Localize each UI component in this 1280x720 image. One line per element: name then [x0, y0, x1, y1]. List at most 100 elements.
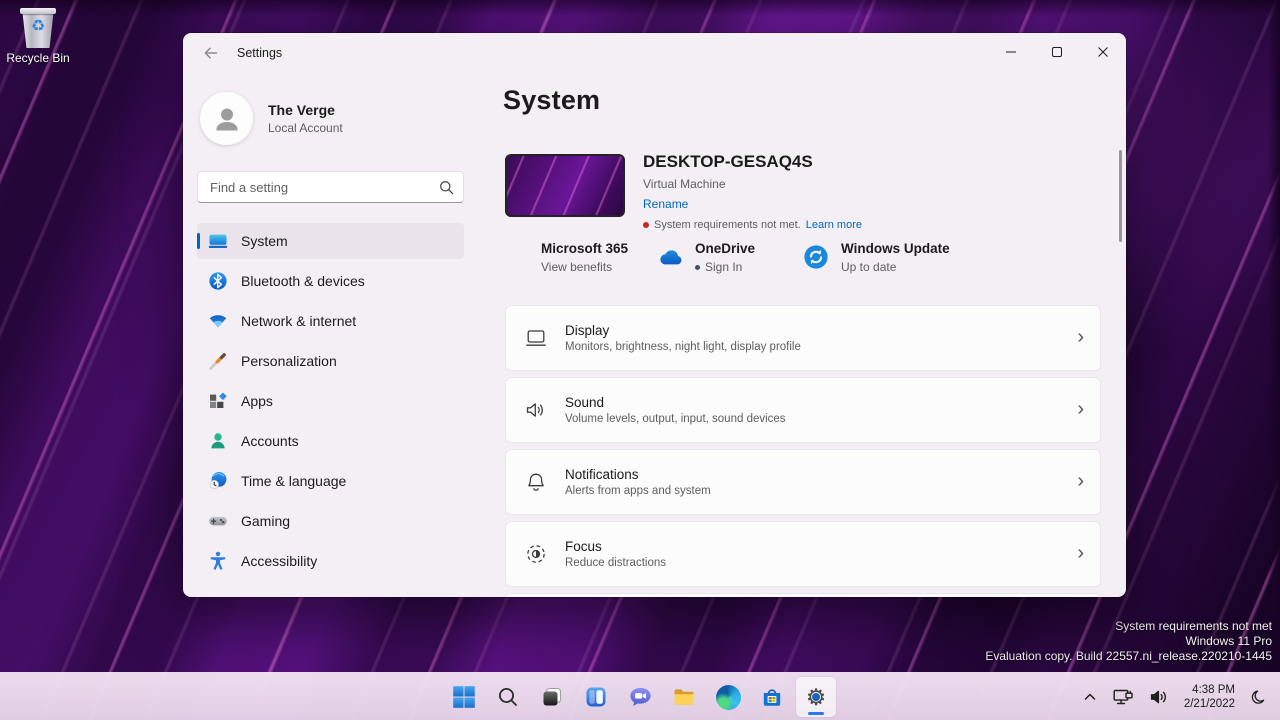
search-icon [497, 686, 519, 708]
close-icon [1097, 46, 1109, 58]
card-focus[interactable]: Focus Reduce distractions › [505, 521, 1101, 587]
card-notifications[interactable]: Notifications Alerts from apps and syste… [505, 449, 1101, 515]
time-language-icon [208, 471, 228, 491]
gamepad-icon [208, 511, 228, 531]
windows-update-icon [803, 244, 829, 270]
chat-icon [628, 685, 653, 709]
task-view-icon [540, 685, 564, 709]
do-not-disturb-button[interactable] [1247, 686, 1270, 709]
account-card[interactable]: The Verge Local Account [200, 92, 343, 145]
recycle-bin-label: Recycle Bin [5, 51, 71, 65]
person-icon [211, 103, 243, 135]
volume-tray-button[interactable] [1146, 684, 1172, 710]
ethernet-icon [1112, 687, 1134, 707]
moon-icon [1250, 689, 1267, 706]
settings-nav: System Bluetooth & devices Network & int… [197, 223, 464, 583]
device-name: DESKTOP-GESAQ4S [643, 152, 862, 172]
tray-date: 2/21/2022 [1184, 697, 1235, 711]
brush-icon [208, 351, 228, 371]
recycle-bin-icon: ♻ [22, 8, 54, 48]
onedrive-link[interactable]: OneDrive Sign In [657, 241, 803, 274]
recycle-symbol-icon: ♻ [22, 19, 54, 35]
device-thumbnail [505, 154, 625, 217]
device-header: DESKTOP-GESAQ4S Virtual Machine Rename S… [505, 154, 862, 231]
wifi-icon [208, 311, 228, 331]
rename-link[interactable]: Rename [643, 197, 688, 211]
settings-button[interactable]: ⚙ [796, 677, 836, 717]
back-button[interactable] [193, 37, 229, 69]
file-explorer-icon [672, 685, 696, 709]
evaluation-watermark: System requirements not met Windows 11 P… [985, 619, 1272, 664]
avatar [200, 92, 253, 145]
card-partial[interactable] [505, 593, 1101, 597]
watermark-line: System requirements not met [985, 619, 1272, 634]
network-tray-button[interactable] [1109, 684, 1137, 710]
quick-links-row: Microsoft 365 View benefits OneDrive Sig… [505, 241, 950, 274]
search-button[interactable] [488, 677, 528, 717]
widgets-button[interactable] [576, 677, 616, 717]
maximize-button[interactable] [1034, 33, 1080, 71]
taskbar: ⚙ 4:38 PM 2/21/2022 [0, 672, 1280, 720]
card-display[interactable]: Display Monitors, brightness, night ligh… [505, 305, 1101, 371]
device-subtitle: Virtual Machine [643, 177, 862, 191]
bell-icon [524, 470, 550, 494]
display-icon [524, 326, 550, 350]
edge-button[interactable] [708, 677, 748, 717]
card-sound[interactable]: Sound Volume levels, output, input, soun… [505, 377, 1101, 443]
windows-update-link[interactable]: Windows Update Up to date [803, 241, 950, 274]
maximize-icon [1051, 46, 1063, 58]
sidebar-item-system[interactable]: System [197, 223, 464, 259]
microsoft-365-link[interactable]: Microsoft 365 View benefits [505, 241, 657, 274]
system-icon [208, 231, 228, 251]
search-box[interactable] [197, 171, 464, 203]
signin-dot-icon [695, 265, 700, 270]
chevron-right-icon: › [1077, 543, 1084, 566]
gear-icon: ⚙ [806, 686, 827, 709]
active-app-indicator [808, 712, 824, 715]
sidebar-item-time-language[interactable]: Time & language [197, 463, 464, 499]
watermark-line: Windows 11 Pro [985, 634, 1272, 649]
accessibility-icon [208, 551, 228, 571]
task-view-button[interactable] [532, 677, 572, 717]
store-button[interactable] [752, 677, 792, 717]
speaker-icon [1149, 687, 1169, 707]
window-title: Settings [237, 46, 282, 60]
sidebar-item-bluetooth-devices[interactable]: Bluetooth & devices [197, 263, 464, 299]
clock-tray-button[interactable]: 4:38 PM 2/21/2022 [1181, 680, 1238, 714]
sidebar-item-personalization[interactable]: Personalization [197, 343, 464, 379]
settings-window: Settings The Verge Local Account [183, 33, 1126, 597]
accounts-icon [208, 431, 228, 451]
bluetooth-icon [208, 271, 228, 291]
search-input[interactable] [198, 172, 463, 202]
chevron-up-icon [1083, 690, 1097, 704]
search-icon [439, 180, 454, 195]
titlebar: Settings [183, 33, 1126, 73]
sidebar-item-accounts[interactable]: Accounts [197, 423, 464, 459]
close-button[interactable] [1080, 33, 1126, 71]
selected-indicator [197, 233, 200, 249]
warning-dot-icon [643, 222, 649, 228]
chat-button[interactable] [620, 677, 660, 717]
sidebar-item-network-internet[interactable]: Network & internet [197, 303, 464, 339]
learn-more-link[interactable]: Learn more [806, 219, 862, 231]
chevron-right-icon: › [1077, 399, 1084, 422]
sidebar-item-accessibility[interactable]: Accessibility [197, 543, 464, 579]
recycle-bin-shortcut[interactable]: ♻ Recycle Bin [5, 8, 71, 65]
store-icon [760, 685, 784, 709]
requirements-warning: System requirements not met. Learn more [643, 219, 862, 231]
file-explorer-button[interactable] [664, 677, 704, 717]
chevron-right-icon: › [1077, 471, 1084, 494]
widgets-icon [584, 685, 608, 709]
sidebar-item-apps[interactable]: Apps [197, 383, 464, 419]
sidebar-item-gaming[interactable]: Gaming [197, 503, 464, 539]
tray-chevron-button[interactable] [1080, 687, 1100, 707]
minimize-button[interactable] [988, 33, 1034, 71]
watermark-line: Evaluation copy. Build 22557.ni_release.… [985, 649, 1272, 664]
microsoft-365-icon [505, 244, 529, 268]
focus-icon [524, 542, 550, 566]
sound-icon [524, 398, 550, 422]
start-button[interactable] [444, 677, 484, 717]
scrollbar[interactable] [1119, 150, 1122, 242]
desktop: ♻ Recycle Bin System requirements not me… [0, 0, 1280, 720]
chevron-right-icon: › [1077, 327, 1084, 350]
